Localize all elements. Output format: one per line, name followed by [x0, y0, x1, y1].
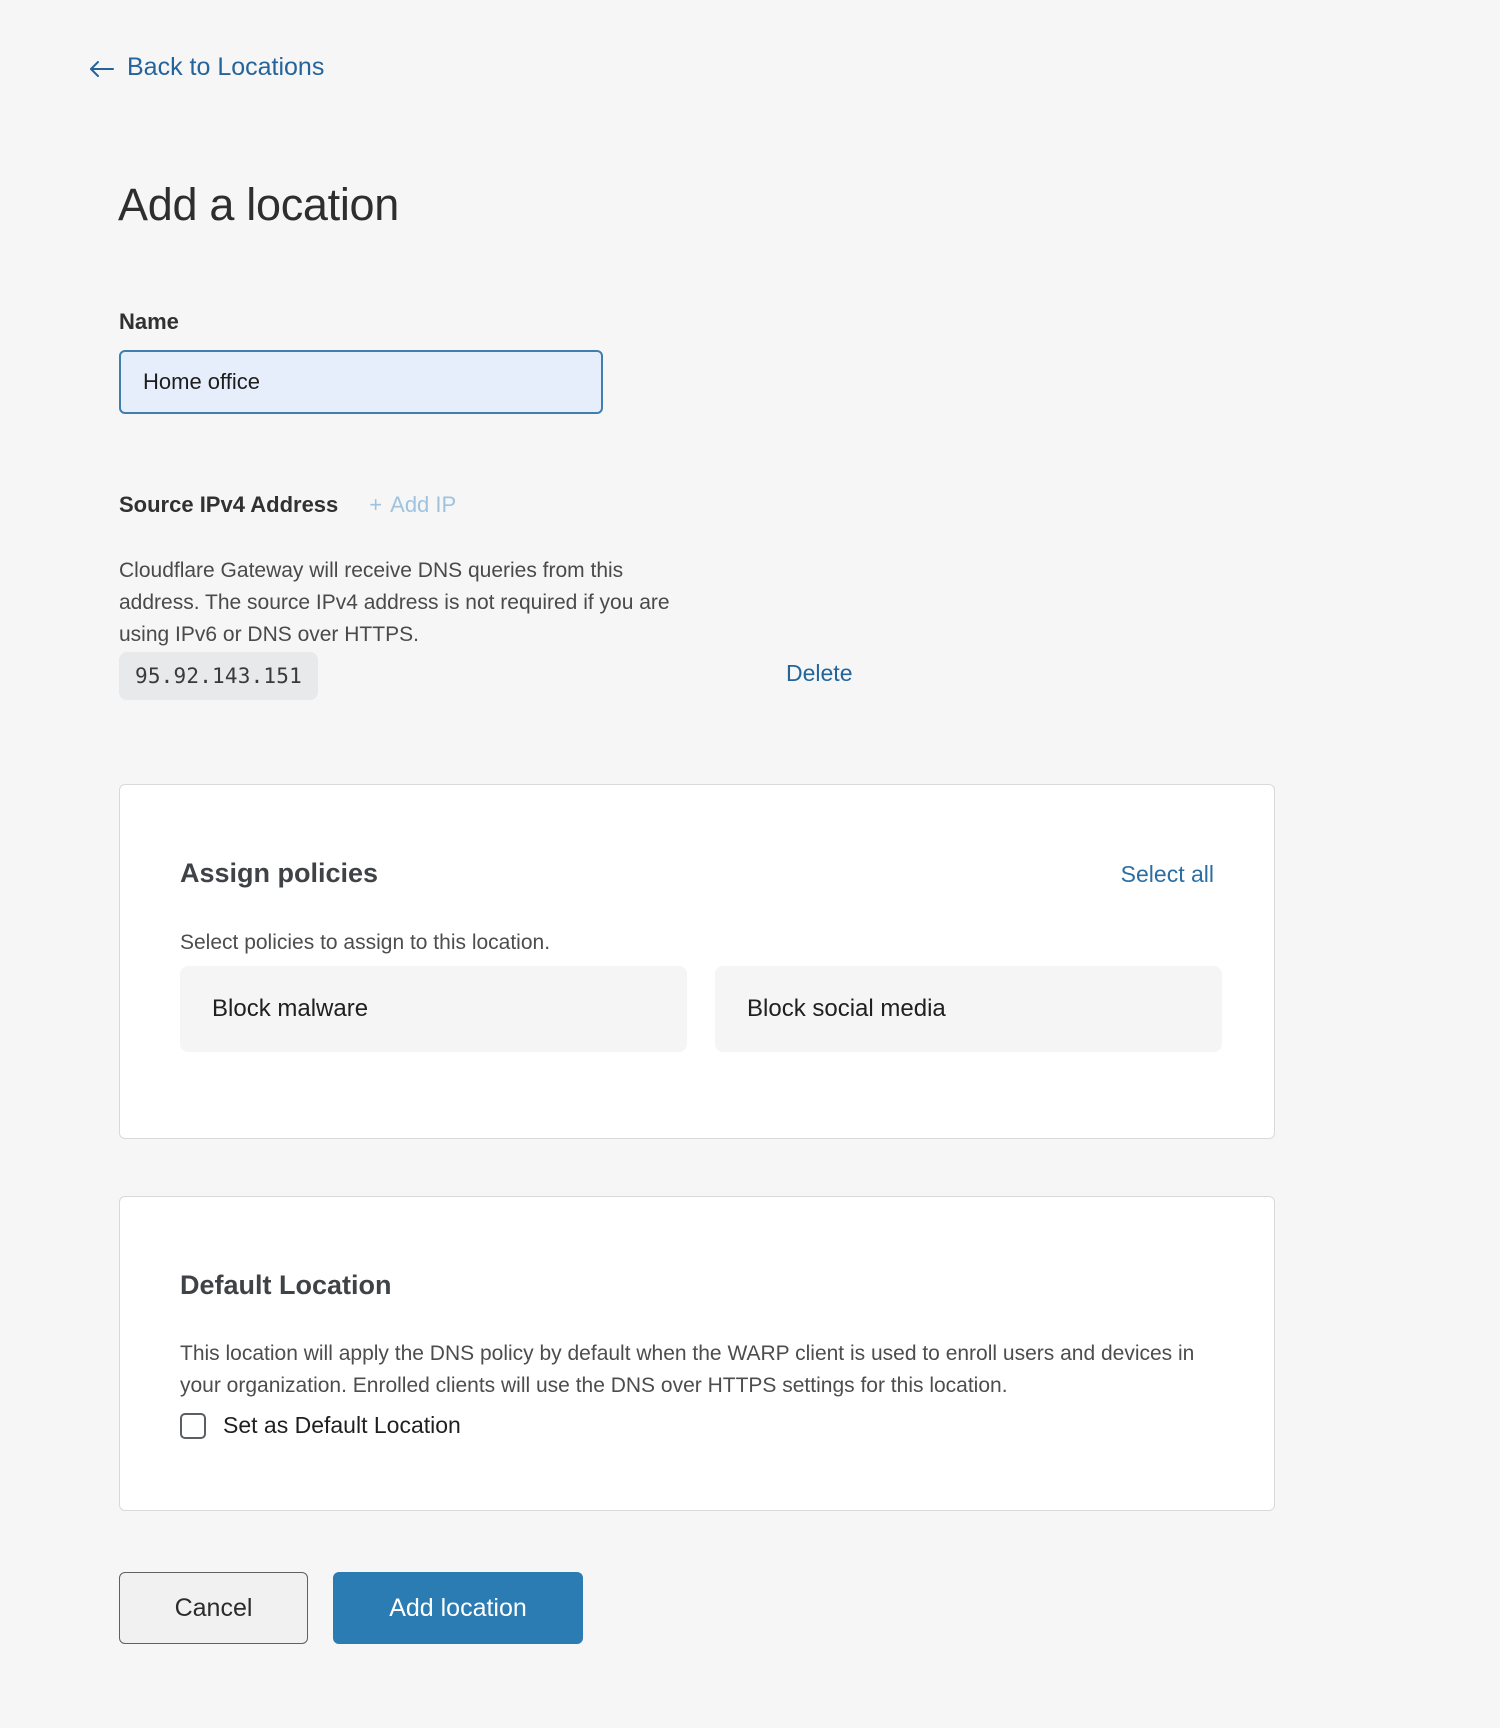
default-location-card: Default Location This location will appl… [119, 1196, 1275, 1511]
add-ip-label: Add IP [390, 492, 456, 517]
policy-item-block-social-media[interactable]: Block social media [715, 966, 1222, 1052]
plus-icon: + [369, 492, 382, 517]
policy-label: Block malware [212, 995, 368, 1023]
add-location-page: Back to Locations Add a location Name So… [0, 0, 1500, 1728]
name-input[interactable] [119, 350, 603, 414]
default-location-title: Default Location [180, 1270, 392, 1301]
page-title: Add a location [118, 180, 399, 230]
name-field-label: Name [119, 309, 179, 335]
default-location-description: This location will apply the DNS policy … [180, 1338, 1220, 1402]
policy-list: Block malware Block social media [180, 966, 1222, 1052]
policy-label: Block social media [747, 995, 946, 1023]
source-ipv4-description: Cloudflare Gateway will receive DNS quer… [119, 555, 709, 651]
select-all-link[interactable]: Select all [1121, 861, 1214, 888]
form-actions: Cancel Add location [119, 1572, 583, 1644]
assign-policies-card: Assign policies Select all Select polici… [119, 784, 1275, 1139]
back-to-locations-label: Back to Locations [127, 55, 324, 80]
policy-item-block-malware[interactable]: Block malware [180, 966, 687, 1052]
cancel-button[interactable]: Cancel [119, 1572, 308, 1644]
ip-address-chip: 95.92.143.151 [119, 652, 318, 700]
assign-policies-header: Assign policies Select all [180, 858, 1214, 889]
add-location-button[interactable]: Add location [333, 1572, 583, 1644]
default-location-header: Default Location [180, 1270, 1214, 1301]
back-to-locations-link[interactable]: Back to Locations [88, 55, 324, 80]
ip-entry-row: 95.92.143.151 Delete [119, 652, 1269, 700]
source-ipv4-title: Source IPv4 Address [119, 492, 338, 518]
assign-policies-title: Assign policies [180, 858, 378, 889]
arrow-left-icon [88, 58, 114, 80]
assign-policies-description: Select policies to assign to this locati… [180, 927, 1214, 959]
delete-ip-button[interactable]: Delete [786, 660, 852, 687]
source-ipv4-header: Source IPv4 Address + Add IP [119, 492, 456, 518]
add-ip-button[interactable]: + Add IP [369, 492, 456, 518]
set-as-default-location-row[interactable]: Set as Default Location [180, 1412, 461, 1439]
set-as-default-location-label: Set as Default Location [223, 1412, 461, 1439]
checkbox-icon[interactable] [180, 1413, 206, 1439]
